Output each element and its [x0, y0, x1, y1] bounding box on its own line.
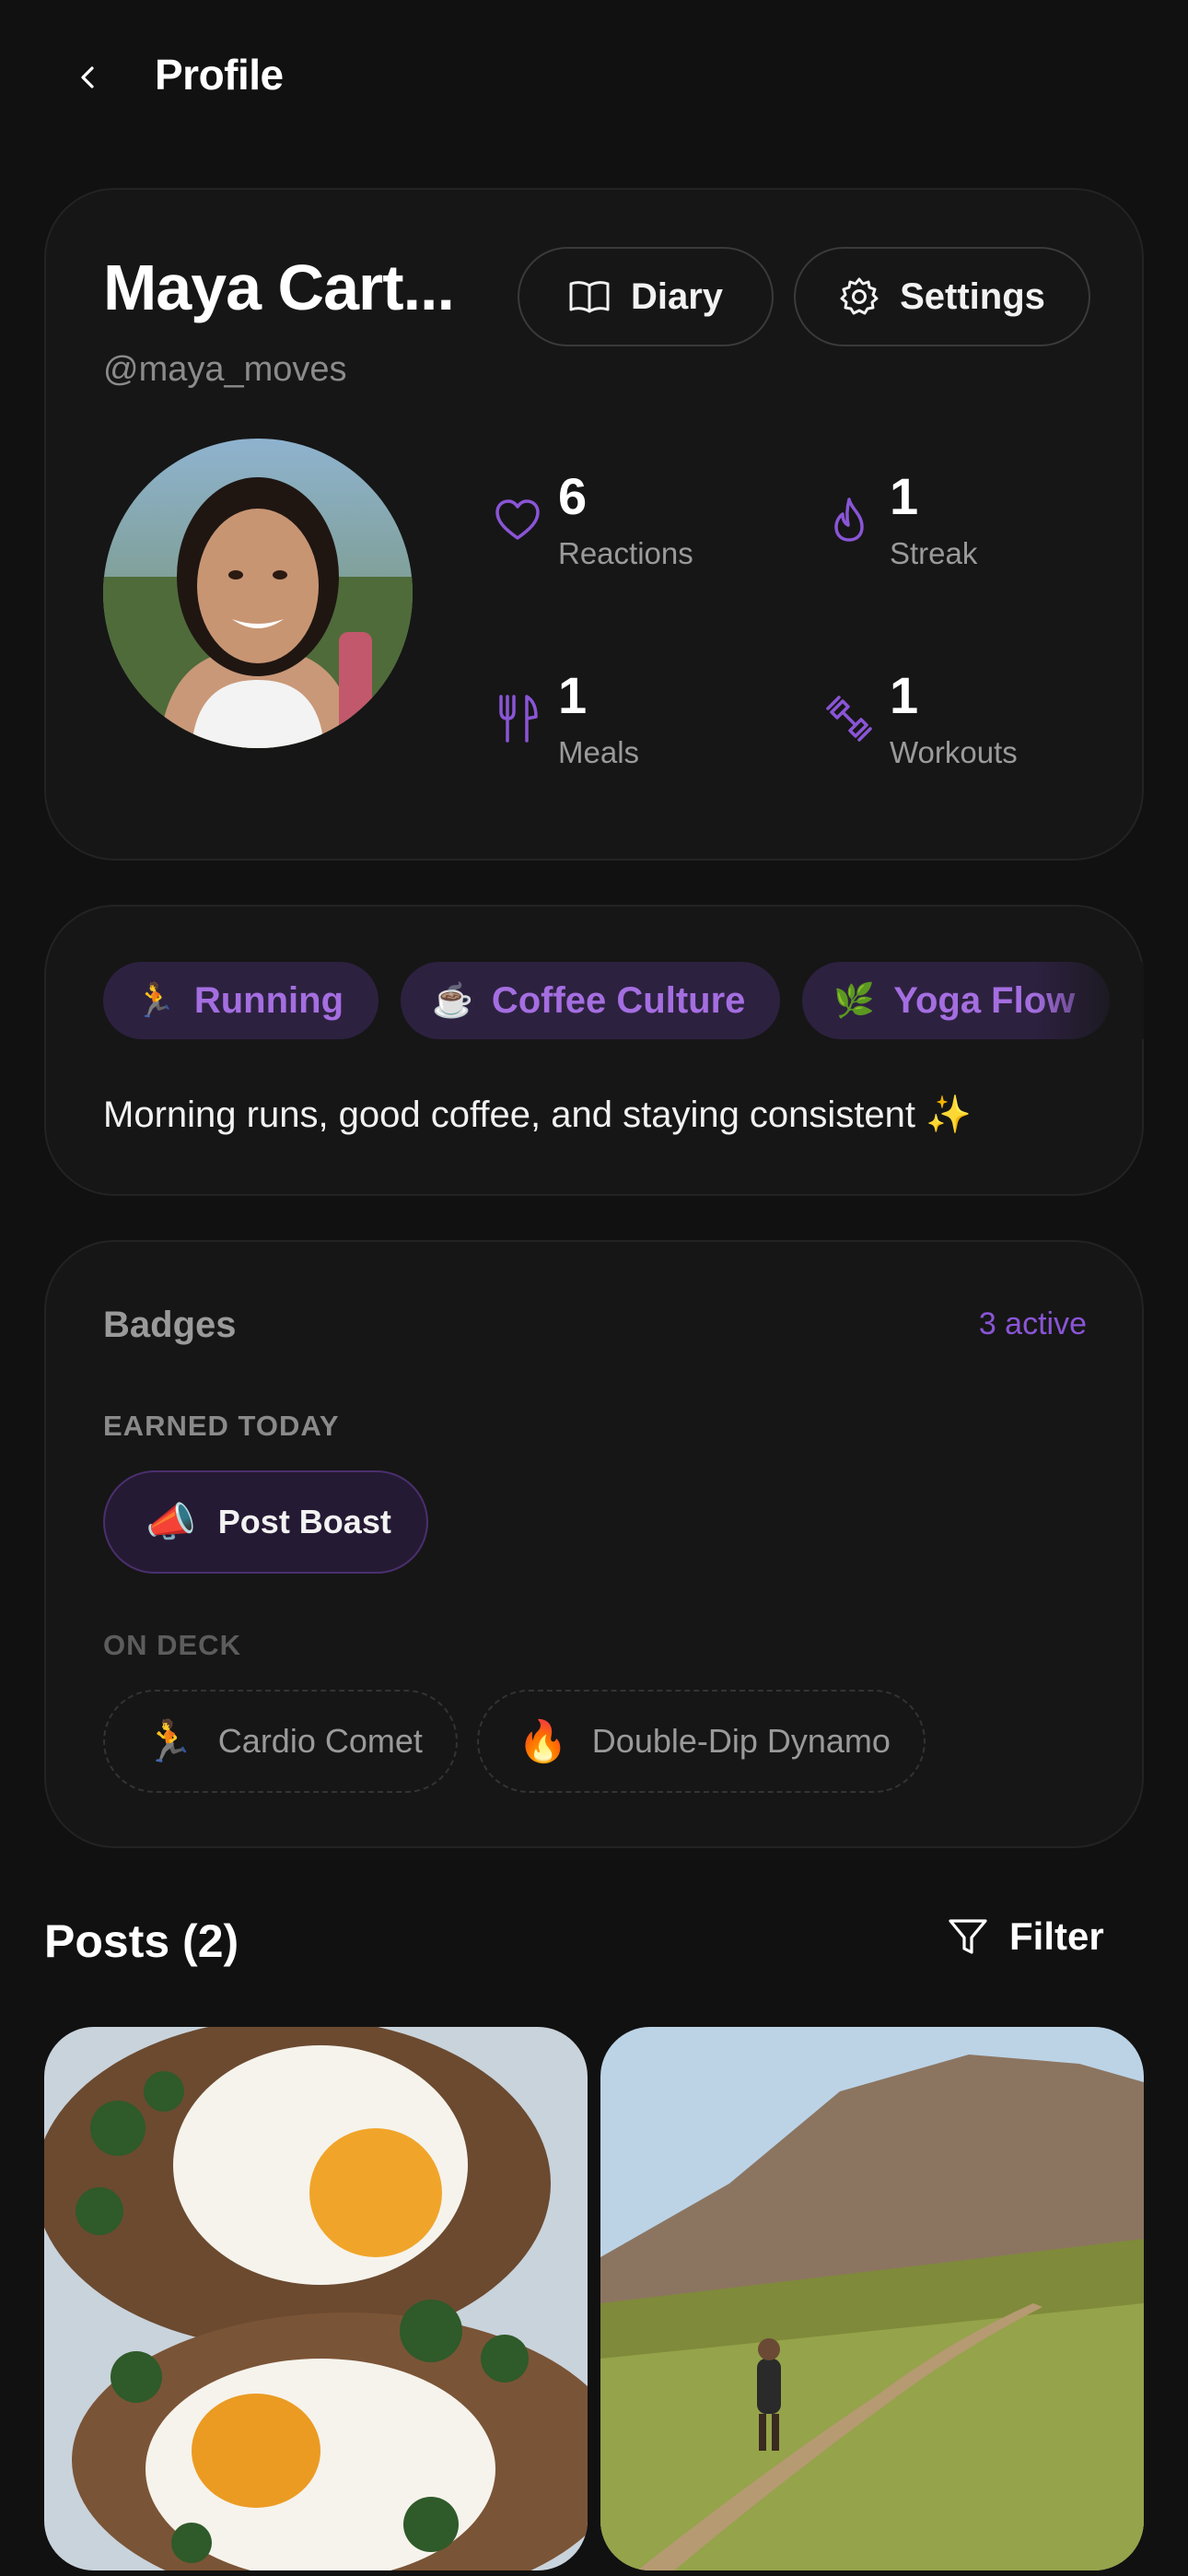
heart-icon [490, 492, 545, 547]
post-image [44, 2027, 588, 2570]
tag-label: Running [193, 979, 344, 1021]
stat-label: Reactions [558, 536, 693, 570]
filter-button[interactable]: Filter [947, 1914, 1104, 1959]
utensils-icon [490, 691, 545, 746]
herb-icon: 🌿 [833, 981, 876, 1019]
badges-title: Badges [103, 1305, 237, 1345]
chevron-left-icon [81, 66, 94, 88]
runner-icon: 🏃 [134, 981, 176, 1019]
earned-today-label: EARNED TODAY [103, 1410, 340, 1442]
diary-label: Diary [630, 275, 724, 317]
profile-bio: Morning runs, good coffee, and staying c… [103, 1095, 972, 1135]
settings-button[interactable]: Settings [794, 247, 1090, 346]
dumbbell-icon [821, 691, 877, 746]
badge-cardio-comet[interactable]: 🏃 Cardio Comet [103, 1690, 458, 1793]
profile-name: Maya Cart... [103, 252, 455, 323]
badge-label: Post Boast [217, 1503, 391, 1540]
stat-reactions: 6 Reactions [490, 466, 785, 623]
tag-coffee-culture[interactable]: ☕ Coffee Culture [401, 962, 781, 1039]
post-thumbnail[interactable] [600, 2027, 1144, 2570]
badges-card: Badges 3 active EARNED TODAY 📣 Post Boas… [44, 1240, 1144, 1848]
coffee-icon: ☕ [432, 981, 473, 1019]
profile-card: Maya Cart... @maya_moves Diary Settings [44, 188, 1144, 861]
stat-workouts: 1 Workouts [821, 665, 1116, 822]
filter-label: Filter [1009, 1914, 1104, 1958]
tag-label: Yoga Flow [893, 979, 1076, 1021]
stat-label: Workouts [890, 735, 1018, 769]
badge-double-dip-dynamo[interactable]: 🔥 Double-Dip Dynamo [477, 1690, 926, 1793]
runner-icon: 🏃 [144, 1719, 194, 1764]
stat-value: 1 [890, 467, 919, 525]
avatar[interactable] [103, 439, 413, 748]
interests-card: 🏃 Running ☕ Coffee Culture 🌿 Yoga Flow M… [44, 905, 1144, 1196]
stat-value: 6 [558, 467, 588, 525]
gear-icon [840, 277, 879, 315]
fire-icon: 🔥 [518, 1719, 568, 1764]
post-thumbnail[interactable] [44, 2027, 588, 2570]
tag-yoga-flow[interactable]: 🌿 Yoga Flow [802, 962, 1111, 1039]
top-bar: Profile [0, 0, 1188, 157]
filter-icon [949, 1919, 987, 1954]
stat-streak: 1 Streak [821, 466, 1116, 623]
badges-count[interactable]: 3 active [979, 1306, 1087, 1342]
posts-title: Posts (2) [44, 1915, 239, 1967]
stat-label: Streak [890, 536, 978, 570]
flame-icon [821, 492, 877, 547]
badge-label: Double-Dip Dynamo [591, 1722, 891, 1760]
interest-tags: 🏃 Running ☕ Coffee Culture 🌿 Yoga Flow [103, 962, 1144, 1039]
book-icon [569, 281, 610, 313]
post-image [600, 2027, 1144, 2570]
on-deck-label: ON DECK [103, 1629, 241, 1661]
diary-button[interactable]: Diary [518, 247, 774, 346]
stat-label: Meals [558, 735, 640, 769]
stat-value: 1 [890, 666, 919, 724]
stat-value: 1 [558, 666, 588, 724]
stat-meals: 1 Meals [490, 665, 785, 822]
tag-running[interactable]: 🏃 Running [103, 962, 379, 1039]
settings-label: Settings [900, 275, 1045, 317]
avatar-image [103, 439, 413, 748]
megaphone-icon: 📣 [146, 1500, 196, 1545]
badge-post-boast[interactable]: 📣 Post Boast [103, 1470, 428, 1574]
tag-label: Coffee Culture [491, 979, 746, 1021]
badge-label: Cardio Comet [217, 1722, 423, 1760]
profile-handle: @maya_moves [103, 350, 347, 389]
back-button[interactable] [66, 55, 111, 100]
page-title: Profile [155, 51, 284, 99]
